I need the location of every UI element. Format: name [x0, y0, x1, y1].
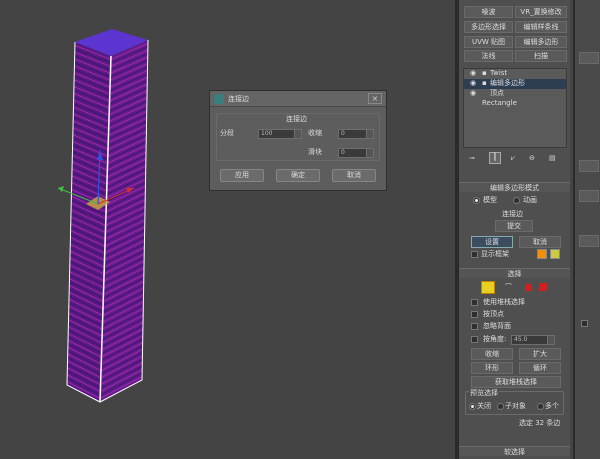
preview-off-radio[interactable]	[469, 403, 476, 410]
stack-toolbar: ⊸ ┃ ⩗ ⊖ ▤	[463, 152, 567, 166]
preview-off-label: 关闭	[477, 402, 491, 410]
modifier-btn-normal[interactable]: 法线	[464, 50, 513, 62]
ignore-backface-checkbox[interactable]	[471, 323, 478, 330]
commit-button[interactable]: 提交	[495, 220, 533, 232]
cancel-edit-button[interactable]: 取消	[519, 236, 561, 248]
loop-button[interactable]: 循环	[519, 362, 561, 374]
modifier-btn-noise[interactable]: 噪波	[464, 6, 513, 18]
modifier-btn-edit-poly[interactable]: 编辑多边形	[515, 36, 567, 48]
edge-subobject-icon[interactable]	[481, 281, 495, 294]
ring-button[interactable]: 环形	[471, 362, 513, 374]
show-end-result-icon[interactable]: ┃	[489, 152, 501, 164]
stack-item-edit-poly[interactable]: ◉ ▪ 编辑多边形	[464, 79, 566, 89]
secondary-panel-button[interactable]	[579, 52, 599, 64]
mode-animate-radio[interactable]	[513, 197, 520, 204]
preview-multi-label: 多个	[545, 402, 559, 410]
modifier-btn-vr-displace[interactable]: VR_置换修改	[515, 6, 567, 18]
element-subobject-icon[interactable]	[538, 283, 548, 291]
app-icon	[214, 94, 224, 104]
secondary-panel-button[interactable]	[579, 160, 599, 172]
show-cage-checkbox[interactable]	[471, 251, 478, 258]
command-panel: 噪波 VR_置换修改 多边形选择 编辑样条线 UVW 贴图 编辑多边形 法线 扫…	[459, 0, 570, 459]
modifier-btn-uvw-map[interactable]: UVW 贴图	[464, 36, 513, 48]
get-stack-selection-button[interactable]: 获取堆栈选择	[471, 376, 561, 388]
polygon-subobject-icon[interactable]	[525, 284, 532, 291]
stack-item-rectangle[interactable]: Rectangle	[464, 99, 566, 109]
cage-color-swatch-2[interactable]	[550, 249, 560, 259]
rollout-edit-poly-mode[interactable]: 编辑多边形模式	[459, 182, 570, 192]
modifier-btn-sweep[interactable]: 扫描	[515, 50, 567, 62]
shrink-button[interactable]: 收缩	[471, 348, 513, 360]
by-vertex-label: 按顶点	[483, 310, 504, 318]
slide-label: 滑块	[308, 148, 322, 156]
rollout-soft-selection[interactable]: 软选择	[459, 446, 570, 456]
preview-subobj-label: 子对象	[505, 402, 526, 410]
segments-label: 分段	[220, 129, 234, 137]
expand-icon: ▪	[482, 69, 487, 77]
modifier-btn-poly-select[interactable]: 多边形选择	[464, 21, 513, 33]
secondary-panel	[573, 0, 600, 459]
dialog-titlebar[interactable]: 连接边 ×	[210, 91, 386, 107]
mode-model-label: 模型	[483, 196, 497, 204]
settings-button[interactable]: 设置	[471, 236, 513, 248]
stack-item-label: Twist	[490, 69, 508, 77]
preview-selection-title: 预览选择	[469, 389, 499, 398]
by-angle-label: 按角度:	[483, 335, 507, 343]
modifier-stack[interactable]: ◉ ▪ Twist ◉ ▪ 编辑多边形 ◉ 顶点 Rectangle	[463, 68, 567, 148]
close-icon[interactable]: ×	[368, 93, 382, 104]
light-bulb-icon[interactable]: ◉	[470, 89, 476, 98]
make-unique-icon[interactable]: ⩗	[511, 154, 515, 163]
rollout-selection[interactable]: 选择	[459, 268, 570, 278]
current-operation: 连接边	[502, 210, 523, 218]
stack-item-label: 顶点	[490, 89, 504, 97]
grow-button[interactable]: 扩大	[519, 348, 561, 360]
connect-edges-dialog: 连接边 × 连接边 分段 100 收缩 0 滑块 0 应用 确定 取消	[209, 90, 387, 191]
apply-button[interactable]: 应用	[220, 169, 264, 182]
pin-stack-icon[interactable]: ⊸	[469, 154, 475, 163]
mode-animate-label: 动画	[523, 196, 537, 204]
border-subobject-icon[interactable]: ⌒	[505, 283, 512, 292]
by-angle-checkbox[interactable]	[471, 336, 478, 343]
segments-spinner[interactable]: 100	[258, 129, 302, 139]
secondary-panel-button[interactable]	[579, 190, 599, 202]
preview-multi-radio[interactable]	[537, 403, 544, 410]
modifier-btn-edit-spline[interactable]: 编辑样条线	[515, 21, 567, 33]
viewport-scene	[57, 29, 149, 403]
angle-spinner[interactable]: 45.0	[511, 335, 555, 345]
pinch-label: 收缩	[308, 129, 322, 137]
preview-subobj-radio[interactable]	[497, 403, 504, 410]
pinch-spinner[interactable]: 0	[338, 129, 374, 139]
use-stack-checkbox[interactable]	[471, 299, 478, 306]
slide-spinner[interactable]: 0	[338, 148, 374, 158]
stack-item-vertex[interactable]: ◉ 顶点	[464, 89, 566, 99]
configure-sets-icon[interactable]: ▤	[549, 154, 556, 163]
light-bulb-icon[interactable]: ◉	[470, 69, 476, 78]
remove-modifier-icon[interactable]: ⊖	[529, 154, 535, 163]
dialog-title: 连接边	[228, 95, 249, 103]
mode-model-radio[interactable]	[473, 197, 480, 204]
stack-item-twist[interactable]: ◉ ▪ Twist	[464, 69, 566, 79]
secondary-panel-checkbox[interactable]	[581, 320, 588, 327]
stack-item-label: 编辑多边形	[490, 79, 525, 87]
light-bulb-icon[interactable]: ◉	[470, 79, 476, 88]
by-vertex-checkbox[interactable]	[471, 311, 478, 318]
show-cage-label: 显示框架	[481, 250, 509, 258]
viewport[interactable]	[0, 0, 455, 459]
cage-color-swatch-1[interactable]	[537, 249, 547, 259]
secondary-panel-button[interactable]	[579, 235, 599, 247]
stack-item-label: Rectangle	[482, 99, 517, 107]
ignore-backface-label: 忽略背面	[483, 322, 511, 330]
gizmo-y-arrow	[58, 186, 64, 192]
selection-status: 选定 32 条边	[519, 419, 561, 427]
group-label: 连接边	[286, 115, 307, 123]
use-stack-label: 使用堆栈选择	[483, 298, 525, 306]
ok-button[interactable]: 确定	[276, 169, 320, 182]
collapse-icon: ▪	[482, 79, 487, 87]
cancel-button[interactable]: 取消	[332, 169, 376, 182]
